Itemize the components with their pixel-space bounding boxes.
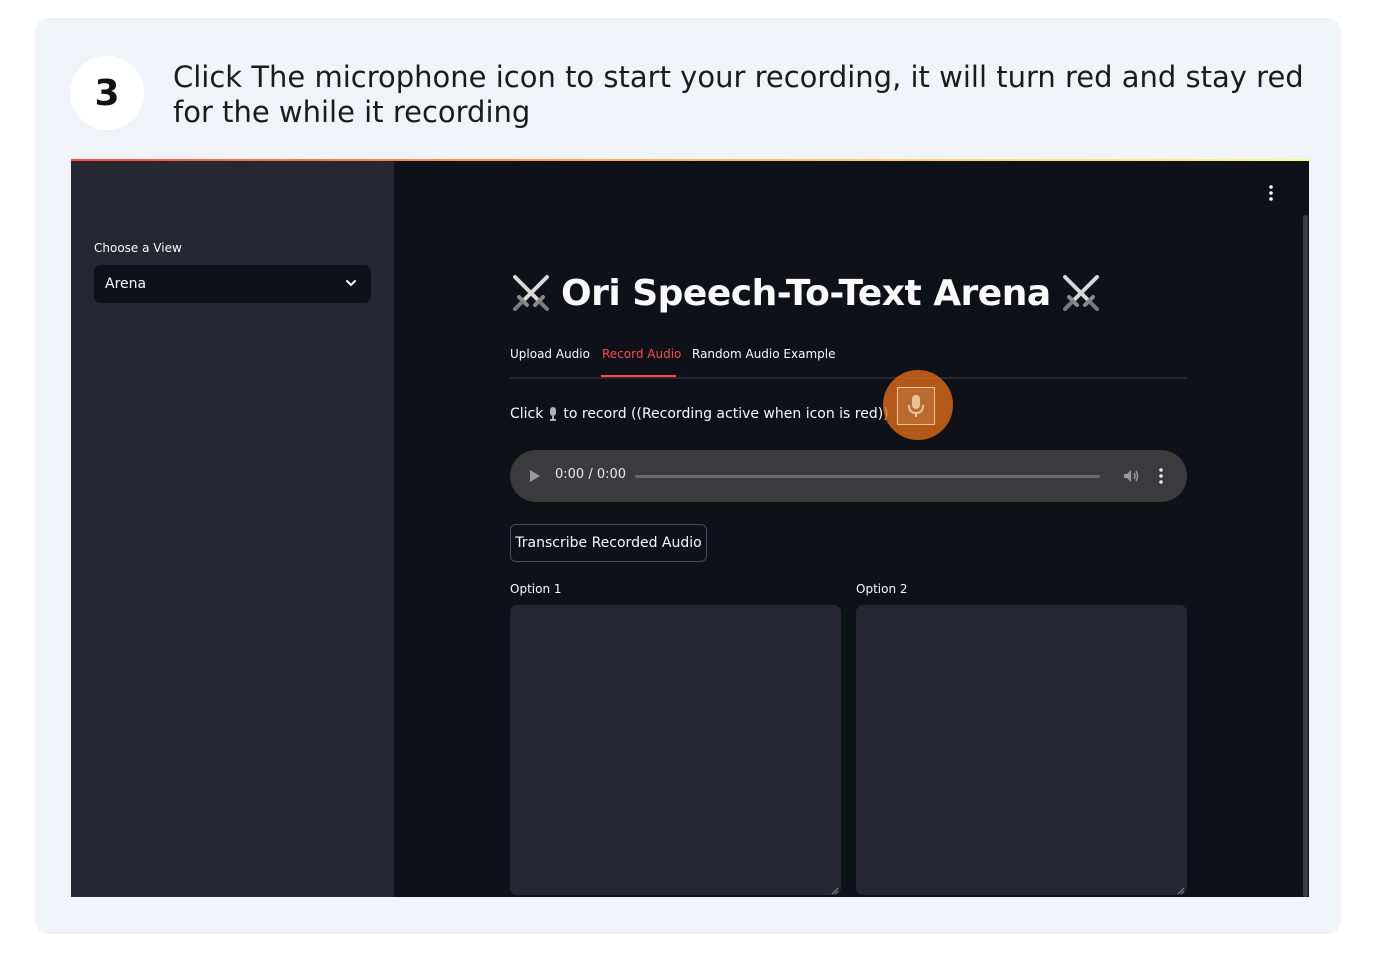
option-1-textarea[interactable]: [510, 605, 841, 895]
crossed-swords-icon: [1062, 275, 1099, 311]
page-title: Ori Speech-To-Text Arena: [509, 271, 1103, 315]
transcribe-button[interactable]: Transcribe Recorded Audio: [510, 524, 707, 562]
more-menu-icon[interactable]: [1261, 183, 1281, 203]
microphone-icon: [908, 395, 924, 417]
microphone-icon: [550, 407, 557, 421]
tab-upload-audio[interactable]: Upload Audio: [510, 347, 590, 361]
record-microphone-button[interactable]: [897, 387, 935, 425]
option-2-label: Option 2: [856, 582, 908, 596]
crossed-swords-icon: [513, 275, 549, 311]
tab-record-audio[interactable]: Record Audio: [602, 347, 681, 361]
tab-bar: Upload Audio Record Audio Random Audio E…: [510, 347, 1187, 379]
sidebar: Choose a View Arena: [71, 161, 394, 897]
step-instruction: Click The microphone icon to start your …: [173, 60, 1304, 129]
audio-time: 0:00 / 0:00: [555, 467, 627, 482]
play-icon[interactable]: [530, 470, 540, 482]
page-title-text: Ori Speech-To-Text Arena: [561, 272, 1051, 314]
view-select-value: Arena: [105, 276, 147, 292]
record-instruction-suffix: to record ((Recording active when icon i…: [563, 406, 889, 422]
volume-icon[interactable]: [1122, 467, 1140, 485]
scrollbar[interactable]: [1303, 215, 1308, 897]
view-select[interactable]: Arena: [94, 265, 371, 303]
audio-player: 0:00 / 0:00: [510, 450, 1187, 502]
more-options-icon[interactable]: [1158, 466, 1164, 486]
tab-random-audio-example[interactable]: Random Audio Example: [692, 347, 835, 361]
active-tab-indicator: [601, 375, 676, 377]
audio-progress-track[interactable]: [635, 475, 1100, 478]
option-2-textarea[interactable]: [856, 605, 1187, 895]
record-instruction: Click to record ((Recording active when …: [510, 406, 889, 422]
option-1-label: Option 1: [510, 582, 562, 596]
record-instruction-prefix: Click: [510, 406, 544, 422]
resize-handle-icon[interactable]: [1177, 887, 1185, 895]
app-screenshot: Choose a View Arena Ori Speech-To-Text A…: [71, 159, 1309, 897]
view-select-label: Choose a View: [94, 241, 182, 255]
chevron-down-icon: [346, 280, 356, 286]
step-number: 3: [70, 56, 144, 130]
resize-handle-icon[interactable]: [831, 887, 839, 895]
